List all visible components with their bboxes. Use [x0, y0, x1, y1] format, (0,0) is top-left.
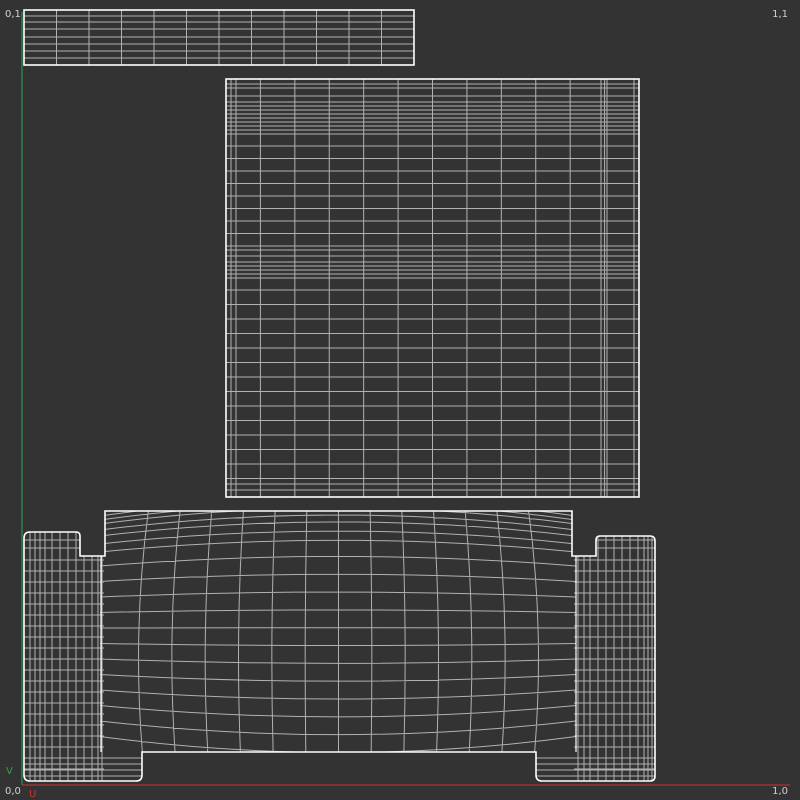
- square-wire-grid: [226, 79, 639, 497]
- bottom-wire-clip: [22, 499, 658, 785]
- v-axis-label: V: [6, 766, 13, 777]
- corner-label-bottom-left: 0,0: [5, 786, 21, 797]
- uv-layout-canvas[interactable]: [0, 0, 800, 800]
- uv-island-bottom-shape[interactable]: [22, 499, 658, 785]
- corner-label-bottom-right: 1,0: [772, 786, 788, 797]
- corner-label-top-right: 1,1: [772, 9, 788, 20]
- corner-label-top-left: 0,1: [5, 9, 21, 20]
- bottom-wire-grid: [22, 499, 658, 785]
- uv-island-square[interactable]: [225, 78, 640, 498]
- uv-island-top-strip[interactable]: [23, 9, 415, 66]
- strip-wire-grid: [24, 10, 414, 65]
- u-axis-label: U: [29, 789, 37, 800]
- uv-editor-viewport[interactable]: 0,1 1,1 0,0 1,0 V U: [0, 0, 800, 800]
